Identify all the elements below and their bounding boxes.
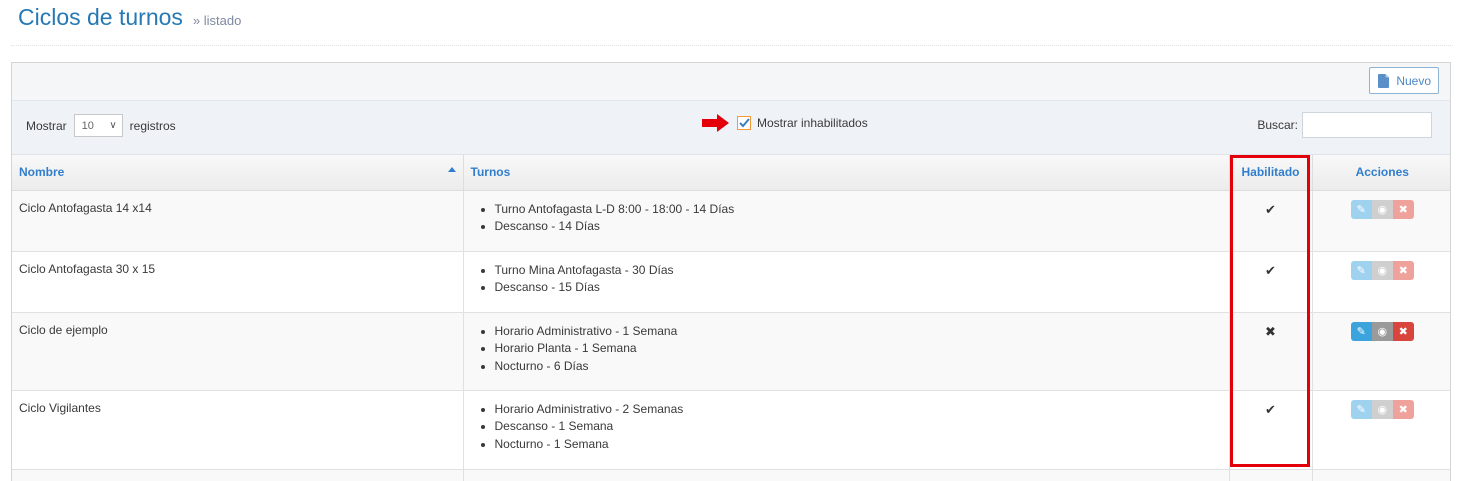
cell-name: Ciclo Vigilantes (12, 390, 464, 470)
pencil-square-icon: ✎ (1356, 325, 1366, 338)
table-row: Ciclo Antofagasta 14 x14 Turno Antofagas… (12, 190, 1450, 252)
cross-icon: ✖ (1265, 323, 1276, 339)
trash-icon: ✖ (1398, 203, 1408, 216)
pencil-square-icon: ✎ (1356, 403, 1366, 416)
cell-turnos: Turno Mina Antofagasta - 30 Días Descans… (463, 251, 1230, 313)
eye-icon: ◉ (1377, 325, 1388, 338)
cell-enabled: ✔ (1229, 390, 1313, 470)
page-title: Ciclos de turnos (18, 4, 183, 30)
page-length-value: 10 (81, 119, 94, 132)
cell-name: Ciclo Antofagasta 30 x 15 (12, 251, 464, 313)
eye-icon: ◉ (1377, 403, 1388, 416)
page-subtitle: » listado (192, 13, 242, 28)
turno-item: Descanso - 1 Semana (495, 418, 1222, 436)
turno-item: Horario Administrativo - 2 Semanas (495, 401, 1222, 419)
cell-name: Ciclo de ejemplo (12, 312, 464, 391)
edit-button[interactable]: ✎ (1350, 260, 1372, 280)
check-icon: ✔ (1265, 262, 1276, 278)
column-header-habilitado[interactable]: Habilitado (1229, 155, 1313, 191)
table-panel: Nuevo Mostrar 10 ∨ registros Mostrar inh… (11, 62, 1451, 481)
search-input[interactable] (1302, 112, 1432, 138)
table-toolbar: Nuevo (12, 63, 1450, 101)
eye-icon: ◉ (1377, 264, 1388, 277)
row-actions: ✎ ◉ ✖ (1350, 321, 1414, 341)
turno-item: Horario Administrativo - 1 Semana (495, 323, 1222, 341)
trash-icon: ✖ (1398, 325, 1408, 338)
table-header-row: Nombre Turnos Habilitado Acciones (12, 155, 1450, 191)
delete-button[interactable]: ✖ (1392, 199, 1414, 219)
cell-actions: ✎ ◉ ✖ (1312, 312, 1450, 391)
turno-item: Descanso - 14 Días (495, 218, 1222, 236)
show-disabled-checkbox[interactable] (737, 116, 751, 130)
cell-name: Ciclo Antofagasta 14 x14 (12, 190, 464, 252)
cell-enabled: ✔ (1229, 190, 1313, 252)
table-row: Ciclo de ejemplo Horario Administrativo … (12, 312, 1450, 391)
show-label: Mostrar (26, 118, 67, 133)
chevron-down-icon: ∨ (109, 120, 117, 131)
cell-actions: ✎ ◉ ✖ (1312, 251, 1450, 313)
page-length-control: Mostrar 10 ∨ registros (26, 114, 176, 137)
cycles-table: Nombre Turnos Habilitado Acciones Ciclo … (12, 155, 1450, 481)
turno-item: Turno Antofagasta L-D 8:00 - 18:00 - 14 … (495, 201, 1222, 219)
cell-turnos: Turno Antofagasta L-D 8:00 - 18:00 - 14 … (463, 190, 1230, 252)
column-header-name[interactable]: Nombre (12, 155, 464, 191)
new-button-label: Nuevo (1396, 73, 1431, 88)
turno-item: Turno Mina Antofagasta - 30 Días (495, 262, 1222, 280)
cell-enabled: ✔ (1229, 251, 1313, 313)
trash-icon: ✖ (1398, 403, 1408, 416)
delete-button[interactable]: ✖ (1392, 399, 1414, 419)
column-header-acciones: Acciones (1312, 155, 1450, 191)
cell-turnos: Horario Administrativo - 2 Semanas Desca… (463, 390, 1230, 470)
trash-icon: ✖ (1398, 264, 1408, 277)
view-button[interactable]: ◉ (1371, 399, 1393, 419)
view-button[interactable]: ◉ (1371, 199, 1393, 219)
table-row: Ciclo Vigilantes Horario Administrativo … (12, 390, 1450, 470)
delete-button[interactable]: ✖ (1392, 321, 1414, 341)
cell-enabled: ✖ (1229, 312, 1313, 391)
cell-actions: ✎ ◉ ✖ (1312, 390, 1450, 470)
header-divider (11, 45, 1453, 46)
sort-ascending-icon (447, 167, 456, 172)
table-filters: Mostrar 10 ∨ registros Mostrar inhabilit… (12, 101, 1450, 155)
table-row: Ciclo Antofagasta 30 x 15 Turno Mina Ant… (12, 251, 1450, 313)
pencil-square-icon: ✎ (1356, 264, 1366, 277)
check-icon: ✔ (1265, 201, 1276, 217)
cell-turnos: Horario Administrativo - 1 Semana Horari… (463, 312, 1230, 391)
cell-actions: ✎ ◉ ✖ (1312, 190, 1450, 252)
checkmark-icon (738, 118, 750, 128)
view-button[interactable]: ◉ (1371, 321, 1393, 341)
pencil-square-icon: ✎ (1356, 203, 1366, 216)
edit-button[interactable]: ✎ (1350, 199, 1372, 219)
edit-button[interactable]: ✎ (1350, 321, 1372, 341)
turno-item: Nocturno - 1 Semana (495, 436, 1222, 454)
search-label: Buscar: (1257, 118, 1298, 132)
eye-icon: ◉ (1377, 203, 1388, 216)
new-button[interactable]: Nuevo (1369, 67, 1439, 94)
records-label: registros (129, 118, 176, 133)
check-icon: ✔ (1265, 401, 1276, 417)
column-header-turnos[interactable]: Turnos (463, 155, 1230, 191)
row-actions: ✎ ◉ ✖ (1350, 399, 1414, 419)
show-disabled-control: Mostrar inhabilitados (702, 114, 868, 132)
edit-button[interactable]: ✎ (1350, 399, 1372, 419)
turno-item: Horario Planta - 1 Semana (495, 340, 1222, 358)
table-row (12, 469, 1450, 481)
turno-item: Descanso - 15 Días (495, 279, 1222, 297)
show-disabled-label: Mostrar inhabilitados (757, 116, 868, 130)
page-length-select[interactable]: 10 ∨ (73, 114, 123, 137)
turno-item: Nocturno - 6 Días (495, 358, 1222, 376)
page-header: Ciclos de turnos » listado (18, 4, 241, 31)
red-arrow-icon (702, 114, 729, 132)
search-control: Buscar: (1257, 112, 1432, 138)
row-actions: ✎ ◉ ✖ (1350, 199, 1414, 219)
document-icon (1378, 73, 1390, 88)
row-actions: ✎ ◉ ✖ (1350, 260, 1414, 280)
view-button[interactable]: ◉ (1371, 260, 1393, 280)
delete-button[interactable]: ✖ (1392, 260, 1414, 280)
